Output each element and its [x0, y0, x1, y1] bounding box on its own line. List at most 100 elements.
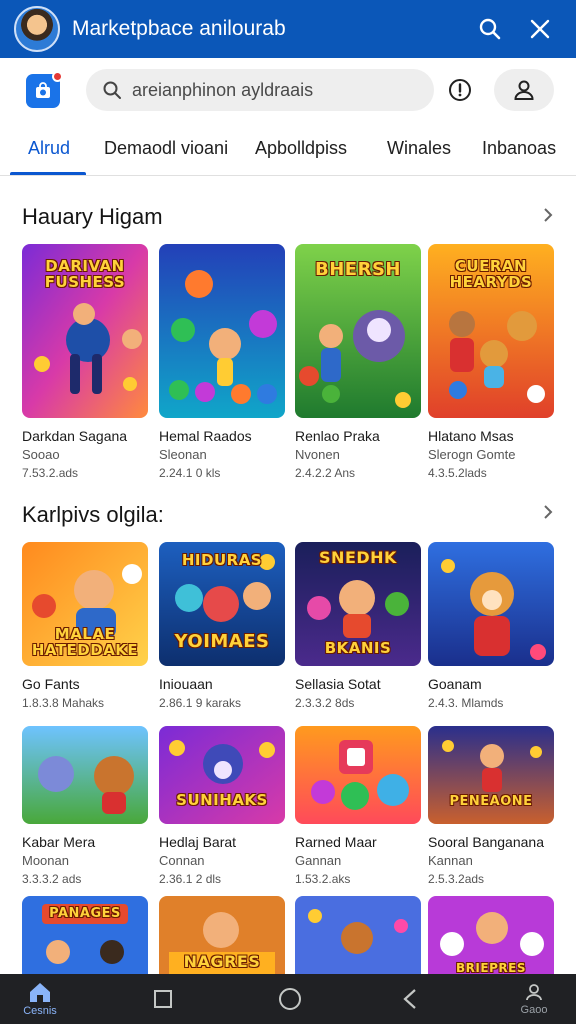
game-card[interactable]: BRIEPRES [428, 896, 554, 974]
game-meta: 2.36.1 2 dls [159, 872, 222, 886]
game-name: Sellasia Sotat [295, 676, 381, 692]
category-tabs: Alrud Demaodl vioani Apbolldpiss Winales… [0, 128, 576, 176]
game-thumbnail: BHERSH [295, 244, 421, 418]
search-button[interactable] [468, 7, 512, 51]
game-category: Kannan [428, 853, 473, 868]
game-art-subtitle: BKANIS [324, 639, 392, 657]
game-card[interactable]: DARIVAN FUSHESS Darkdan Sagana Sooao 7.5… [22, 244, 148, 480]
nav-recents[interactable] [123, 974, 203, 1024]
game-thumbnail: PANAGES [22, 896, 148, 974]
section-title: Hauary Higam [22, 204, 163, 229]
game-thumbnail: CUERAN HEARYDS [428, 244, 554, 418]
game-meta: 1.53.2.aks [295, 872, 351, 886]
tab-inbanoas[interactable]: Inbanoas [482, 138, 556, 159]
search-bar[interactable] [86, 69, 434, 111]
game-art-title: PANAGES [49, 906, 121, 921]
nav-back[interactable] [370, 974, 450, 1024]
game-name: Go Fants [22, 676, 80, 692]
game-category: Connan [159, 853, 205, 868]
game-thumbnail: HIDURAS YOIMAES [159, 542, 285, 666]
game-meta: 2.86.1 9 karaks [159, 696, 242, 710]
game-category: Sooao [22, 447, 60, 462]
game-card[interactable]: Hemal Raados Sleonan 2.24.1 0 kls [159, 244, 285, 480]
home-icon [30, 983, 50, 1002]
game-name: Rarned Maar [295, 834, 377, 850]
game-thumbnail: MALAE HATEDDAKE [22, 542, 148, 666]
nav-home-label: Cesnis [23, 1005, 57, 1017]
game-name: Hemal Raados [159, 428, 252, 444]
game-meta: 4.3.5.2lads [428, 466, 487, 480]
game-thumbnail [295, 726, 421, 824]
nav-profile-label: Gaoo [520, 1004, 548, 1016]
game-thumbnail: DARIVAN FUSHESS [22, 244, 148, 418]
nav-profile[interactable]: Gaoo [494, 974, 574, 1024]
close-icon [530, 19, 550, 39]
game-card[interactable]: SNEDHK BKANIS Sellasia Sotat 2.3.3.2 8ds [295, 542, 421, 710]
search-row [0, 66, 576, 114]
game-name: Goanam [428, 676, 482, 692]
game-meta: 2.4.3. Mlamds [428, 696, 504, 710]
search-input[interactable] [132, 79, 412, 101]
game-card[interactable]: Goanam 2.4.3. Mlamds [428, 542, 554, 710]
game-card[interactable]: Kabar Mera Moonan 3.3.3.2 ads [22, 726, 148, 886]
title-bar: Marketpbace anilourab [0, 0, 576, 58]
game-thumbnail: SNEDHK BKANIS [295, 542, 421, 666]
tab-indicator [10, 172, 86, 175]
tab-winales[interactable]: Winales [387, 138, 451, 159]
game-category: Slerogn Gomte [428, 447, 516, 462]
game-card[interactable]: NAGRES [159, 896, 285, 974]
game-thumbnail: SUNIHAKS [159, 726, 285, 824]
game-name: Kabar Mera [22, 834, 96, 850]
game-art-title: PENEAONE [449, 794, 533, 809]
bottom-nav: Cesnis Gaoo [0, 974, 576, 1024]
store-bag-icon [36, 82, 50, 98]
back-icon [403, 989, 416, 1009]
nav-home[interactable]: Cesnis [0, 974, 80, 1024]
app-title: Marketpbace anilourab [72, 17, 286, 40]
game-card[interactable]: MALAE HATEDDAKE Go Fants 1.8.3.8 Mahaks [22, 542, 148, 710]
game-category: Gannan [295, 853, 342, 868]
game-card[interactable]: BHERSH Renlao Praka Nvonen 2.4.2.2 Ans [295, 244, 421, 480]
game-meta: 7.53.2.ads [22, 466, 79, 480]
tab-demaodl-vioani[interactable]: Demaodl vioani [104, 138, 228, 159]
app-avatar[interactable] [14, 6, 60, 52]
game-card[interactable]: PANAGES [22, 896, 148, 974]
game-name: Hlatano Msas [428, 428, 514, 444]
section-title: Karlpivs olgila: [22, 502, 164, 527]
game-meta: 2.24.1 0 kls [159, 466, 221, 480]
game-category: Nvonen [295, 447, 340, 462]
tab-alrud[interactable]: Alrud [28, 138, 70, 159]
game-meta: 2.5.3.2ads [428, 872, 485, 886]
game-category: Moonan [22, 853, 69, 868]
game-name: Darkdan Sagana [22, 428, 128, 444]
close-button[interactable] [518, 7, 562, 51]
nav-home-circle[interactable] [250, 974, 330, 1024]
game-card[interactable]: CUERAN HEARYDS Hlatano Msas Slerogn Gomt… [428, 244, 554, 480]
game-meta: 3.3.3.2 ads [22, 872, 82, 886]
game-name: Hedlaj Barat [159, 834, 237, 850]
game-thumbnail: BRIEPRES [428, 896, 554, 974]
account-button[interactable] [494, 69, 554, 111]
game-card[interactable]: HIDURAS YOIMAES Iniouaan 2.86.1 9 karaks [159, 542, 285, 710]
game-card[interactable]: SUNIHAKS Hedlaj Barat Connan 2.36.1 2 dl… [159, 726, 285, 886]
circle-icon [279, 988, 301, 1010]
game-thumbnail [428, 542, 554, 666]
game-category: Sleonan [159, 447, 207, 462]
tab-apbolldpiss[interactable]: Apbolldpiss [255, 138, 347, 159]
game-card[interactable]: Rarned Maar Gannan 1.53.2.aks [295, 726, 421, 886]
section-more-button[interactable] [536, 203, 560, 227]
info-button[interactable] [440, 70, 480, 110]
game-art-title: NAGRES [183, 952, 261, 971]
search-icon [479, 18, 501, 40]
game-art-title: SUNIHAKS [176, 791, 268, 809]
game-card[interactable]: PENEAONE Sooral Banganana Kannan 2.5.3.2… [428, 726, 554, 886]
game-art-title: BRIEPRES [456, 961, 526, 974]
game-name: Sooral Banganana [428, 834, 544, 850]
game-meta: 2.3.3.2 8ds [295, 696, 355, 710]
game-art-title: YOIMAES [174, 631, 270, 652]
search-icon [103, 81, 121, 99]
section-more-button[interactable] [536, 500, 560, 524]
game-name: Iniouaan [159, 676, 213, 692]
game-card[interactable] [295, 896, 421, 974]
store-logo[interactable] [26, 71, 63, 108]
